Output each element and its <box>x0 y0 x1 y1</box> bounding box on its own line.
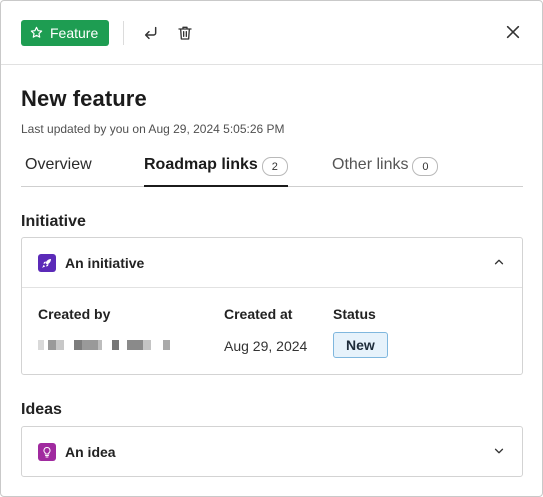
record-title[interactable]: New feature <box>21 86 147 112</box>
idea-card: An idea <box>21 426 523 477</box>
tab-other-links[interactable]: Other links 0 <box>332 156 439 186</box>
redacted-user-name <box>38 340 170 350</box>
created-at-value: Aug 29, 2024 <box>224 338 308 354</box>
tab-label: Overview <box>25 156 92 173</box>
idea-name[interactable]: An idea <box>65 444 116 460</box>
star-outline-icon <box>30 26 43 38</box>
return-arrow-icon <box>145 26 157 39</box>
initiative-details: Created by Created at Status Aug 29, 202… <box>22 287 522 374</box>
tab-roadmap-links[interactable]: Roadmap links 2 <box>144 156 288 187</box>
last-updated-text: Last updated by you on Aug 29, 2024 5:05… <box>21 122 285 136</box>
initiative-section-label: Initiative <box>21 213 86 230</box>
tab-bar: Overview Roadmap links 2 Other links 0 <box>21 156 523 187</box>
feature-type-label: Feature <box>50 24 99 41</box>
created-by-header: Created by <box>38 306 111 322</box>
delete-button[interactable] <box>174 22 196 44</box>
status-badge[interactable]: New <box>333 332 388 358</box>
close-icon <box>506 25 520 39</box>
idea-card-header[interactable]: An idea <box>22 427 522 476</box>
record-drawer: Feature New feature Last updated by you … <box>0 0 543 497</box>
tab-overview[interactable]: Overview <box>25 156 92 186</box>
initiative-name[interactable]: An initiative <box>65 255 144 271</box>
tab-label: Roadmap links <box>144 156 258 173</box>
drawer-toolbar: Feature <box>1 1 542 65</box>
tab-label: Other links <box>332 156 409 173</box>
rocket-icon <box>38 253 56 272</box>
chevron-up-icon[interactable] <box>492 255 506 269</box>
tab-count-badge: 0 <box>412 157 439 176</box>
chevron-down-icon[interactable] <box>492 444 506 458</box>
feature-type-button[interactable]: Feature <box>21 19 110 46</box>
convert-button[interactable] <box>140 22 162 44</box>
close-button[interactable] <box>502 21 524 43</box>
initiative-card: An initiative Created by Created at Stat… <box>21 237 523 375</box>
tab-count-badge: 2 <box>261 157 288 176</box>
trash-icon <box>178 26 192 40</box>
toolbar-divider <box>123 20 125 45</box>
ideas-section-label: Ideas <box>21 401 62 418</box>
initiative-card-header[interactable]: An initiative <box>22 238 522 287</box>
lightbulb-icon <box>38 442 56 461</box>
status-header: Status <box>333 306 376 322</box>
created-at-header: Created at <box>224 306 293 322</box>
